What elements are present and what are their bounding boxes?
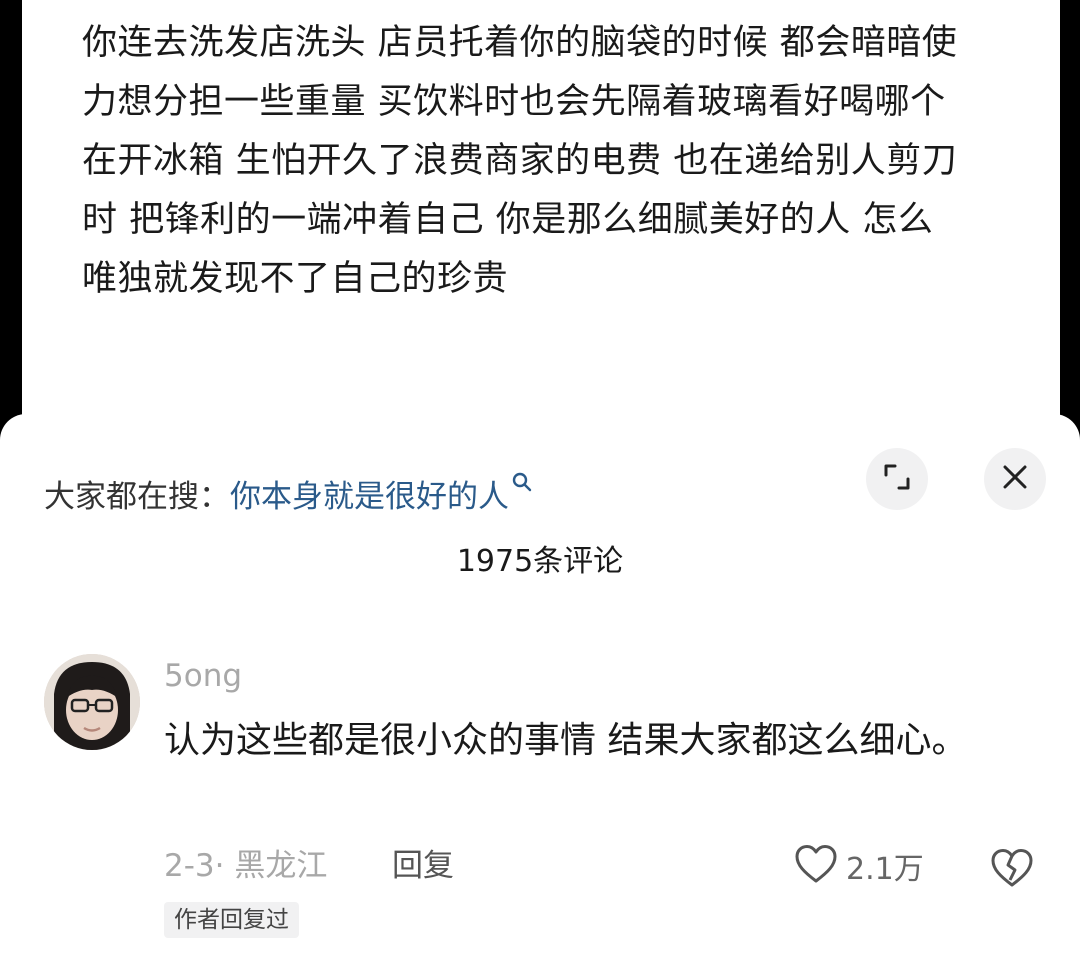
avatar-image — [44, 654, 140, 750]
broken-heart-icon — [990, 849, 1034, 892]
reply-button[interactable]: 回复 — [392, 844, 454, 888]
close-button[interactable] — [984, 448, 1046, 510]
comment-text: 认为这些都是很小众的事情 结果大家都这么细心。 — [164, 720, 968, 761]
avatar[interactable] — [44, 654, 140, 750]
comment-date-location: 2-3· 黑龙江 — [164, 848, 328, 884]
expand-icon — [882, 462, 912, 496]
trending-search-prefix: 大家都在搜： — [44, 479, 230, 515]
close-icon — [1001, 463, 1029, 495]
post-body-text: 你连去洗发店洗头 店员托着你的脑袋的时候 都会暗暗使力想分担一些重量 买饮料时也… — [82, 23, 958, 299]
trending-search-query[interactable]: 你本身就是很好的人 — [230, 479, 509, 515]
trending-search-row[interactable]: 大家都在搜：你本身就是很好的人 — [44, 458, 533, 515]
heart-icon — [794, 844, 838, 888]
comments-sheet: 大家都在搜：你本身就是很好的人 1975条评论 5ong 认为这些都是很小众的事… — [0, 414, 1080, 960]
like-button[interactable]: 2.1万 — [794, 844, 924, 888]
comment-count-title: 1975条评论 — [456, 544, 624, 579]
like-count: 2.1万 — [846, 852, 924, 887]
search-icon[interactable] — [511, 458, 533, 492]
expand-button[interactable] — [866, 448, 928, 510]
comment-username[interactable]: 5ong — [164, 656, 242, 696]
dislike-button[interactable] — [990, 848, 1034, 892]
post-card: 你连去洗发店洗头 店员托着你的脑袋的时候 都会暗暗使力想分担一些重量 买饮料时也… — [22, 0, 1060, 440]
author-replied-badge: 作者回复过 — [164, 902, 299, 938]
